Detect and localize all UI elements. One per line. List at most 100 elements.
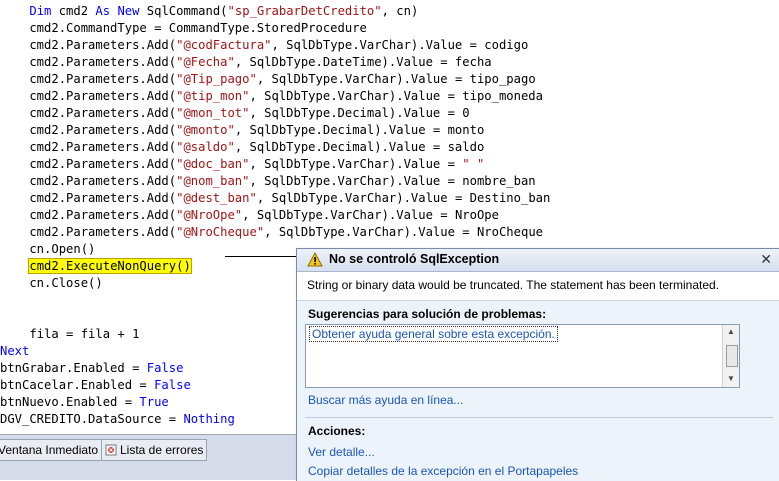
code-line[interactable]: cmd2.Parameters.Add("@dest_ban", SqlDbTy… [0, 190, 550, 207]
code-text: , SqlDbType.Decimal).Value = 0 [249, 106, 470, 120]
code-string: "@tip_mon" [176, 89, 250, 103]
code-line[interactable]: cmd2.Parameters.Add("@Fecha", SqlDbType.… [0, 54, 491, 71]
copy-detail-link[interactable]: Copiar detalles de la excepción en el Po… [308, 464, 578, 478]
code-line[interactable]: btnNuevo.Enabled = True [0, 394, 169, 411]
more-help-link[interactable]: Buscar más ayuda en línea... [308, 393, 463, 407]
code-line[interactable]: cmd2.ExecuteNonQuery() [0, 258, 192, 275]
code-string: "@Tip_pago" [176, 72, 257, 86]
exception-assistant-popup: No se controló SqlException ✕ String or … [296, 248, 779, 481]
code-line[interactable]: cmd2.CommandType = CommandType.StoredPro… [0, 20, 367, 37]
code-text: cmd2.Parameters.Add( [0, 225, 177, 239]
code-text: cmd2.Parameters.Add( [0, 140, 177, 154]
tab-immediate-label: Ventana Inmediato [0, 443, 99, 457]
code-keyword: False [154, 378, 191, 392]
code-text: DGV_CREDITO.DataSource = [0, 412, 184, 426]
suggestion-item[interactable]: Obtener ayuda general sobre esta excepci… [309, 326, 558, 342]
code-line[interactable]: cmd2.Parameters.Add("@tip_mon", SqlDbTyp… [0, 88, 543, 105]
code-string: " " [462, 157, 485, 171]
code-line[interactable]: cmd2.Parameters.Add("@NroOpe", SqlDbType… [0, 207, 499, 224]
code-text: cmd2 [51, 4, 96, 18]
code-text: cn.Open() [0, 242, 96, 256]
code-line[interactable]: DGV_CREDITO.DataSource = Nothing [0, 411, 235, 428]
code-string: "sp_GrabarDetCredito" [227, 4, 382, 18]
tab-error-list[interactable]: Lista de errores [101, 439, 208, 461]
code-keyword: As [95, 4, 111, 18]
code-line[interactable]: cmd2.Parameters.Add("@monto", SqlDbType.… [0, 122, 484, 139]
code-string: "@Fecha" [176, 55, 235, 69]
code-text: cn.Close() [0, 276, 103, 290]
code-text: cmd2.Parameters.Add( [0, 38, 177, 52]
code-keyword: False [146, 361, 184, 375]
code-text: , SqlDbType.Decimal).Value = monto [234, 123, 485, 137]
code-line[interactable]: btnCacelar.Enabled = False [0, 377, 191, 394]
code-text: fila = fila + 1 [0, 327, 140, 341]
close-icon[interactable]: ✕ [760, 251, 772, 268]
code-text: cmd2.CommandType = CommandType.StoredPro… [0, 21, 367, 35]
code-line[interactable]: Next [0, 343, 29, 360]
code-line[interactable]: cmd2.Parameters.Add("@codFactura", SqlDb… [0, 37, 528, 54]
code-keyword: New [117, 4, 140, 18]
code-text: , SqlDbType.VarChar).Value = NroOpe [242, 208, 499, 222]
code-line[interactable]: cmd2.Parameters.Add("@Tip_pago", SqlDbTy… [0, 71, 536, 88]
code-text: , SqlDbType.VarChar).Value = tipo_pago [256, 72, 536, 86]
code-text: , SqlDbType.VarChar).Value = [249, 157, 463, 171]
code-line[interactable]: btnGrabar.Enabled = False [0, 360, 183, 377]
code-keyword: Dim [29, 4, 52, 18]
tab-error-list-label: Lista de errores [120, 443, 204, 457]
suggestions-scrollbar[interactable]: ▲ ▼ [722, 325, 739, 387]
view-detail-link[interactable]: Ver detalle... [308, 445, 375, 459]
code-line[interactable]: fila = fila + 1 [0, 326, 139, 343]
code-text: , SqlDbType.VarChar).Value = tipo_moneda [249, 89, 543, 103]
code-text: btnCacelar.Enabled = [0, 378, 155, 392]
code-text: , SqlDbType.Decimal).Value = saldo [234, 140, 485, 154]
divider [305, 417, 773, 418]
current-statement-highlight: cmd2.ExecuteNonQuery() [28, 258, 192, 274]
scroll-thumb[interactable] [726, 345, 738, 367]
tab-immediate-window[interactable]: Ventana Inmediato [0, 439, 103, 461]
code-text: btnGrabar.Enabled = [0, 361, 147, 375]
code-line[interactable]: cmd2.Parameters.Add("@NroCheque", SqlDbT… [0, 224, 543, 241]
code-text: , SqlDbType.VarChar).Value = nombre_ban [249, 174, 536, 188]
error-list-icon [105, 442, 117, 456]
code-line[interactable]: Dim cmd2 As New SqlCommand("sp_GrabarDet… [0, 3, 418, 20]
suggestions-title: Sugerencias para solución de problemas: [308, 307, 547, 321]
code-string: "@codFactura" [176, 38, 272, 52]
code-string: "@monto" [176, 123, 235, 137]
code-string: "@saldo" [176, 140, 235, 154]
code-keyword: Next [0, 344, 30, 358]
troubleshooting-panel: Sugerencias para solución de problemas: … [297, 300, 779, 481]
code-text: cmd2.Parameters.Add( [0, 72, 177, 86]
exception-header: No se controló SqlException ✕ [297, 249, 779, 272]
exception-pointer-line [225, 256, 297, 257]
code-text: , SqlDbType.VarChar).Value = codigo [271, 38, 529, 52]
scroll-up-icon[interactable]: ▲ [723, 325, 739, 339]
actions-title: Acciones: [308, 424, 366, 438]
code-text: SqlCommand( [139, 4, 228, 18]
code-text: btnNuevo.Enabled = [0, 395, 140, 409]
code-text: , SqlDbType.VarChar).Value = Destino_ban [256, 191, 551, 205]
code-line[interactable]: cn.Close() [0, 275, 103, 292]
code-line[interactable]: cmd2.Parameters.Add("@mon_tot", SqlDbTyp… [0, 105, 470, 122]
code-keyword: True [139, 395, 169, 409]
suggestions-list[interactable]: Obtener ayuda general sobre esta excepci… [305, 324, 740, 388]
code-text: cmd2.Parameters.Add( [0, 208, 177, 222]
code-string: "@nom_ban" [176, 174, 250, 188]
code-string: "@NroOpe" [176, 208, 243, 222]
code-string: "@NroCheque" [176, 225, 265, 239]
code-text: , cn) [381, 4, 419, 18]
code-string: "@mon_tot" [176, 106, 250, 120]
code-text: cmd2.Parameters.Add( [0, 157, 177, 171]
scroll-down-icon[interactable]: ▼ [723, 372, 739, 386]
code-text: cmd2.Parameters.Add( [0, 191, 177, 205]
code-text: cmd2.Parameters.Add( [0, 89, 177, 103]
code-line[interactable]: cmd2.Parameters.Add("@saldo", SqlDbType.… [0, 139, 484, 156]
code-text: cmd2.Parameters.Add( [0, 123, 177, 137]
code-line[interactable]: cmd2.Parameters.Add("@doc_ban", SqlDbTyp… [0, 156, 484, 173]
code-text: cmd2.Parameters.Add( [0, 55, 177, 69]
code-string: "@dest_ban" [176, 191, 257, 205]
code-line[interactable]: cmd2.Parameters.Add("@nom_ban", SqlDbTyp… [0, 173, 536, 190]
code-line[interactable]: cn.Open() [0, 241, 95, 258]
code-keyword: Nothing [183, 412, 235, 426]
